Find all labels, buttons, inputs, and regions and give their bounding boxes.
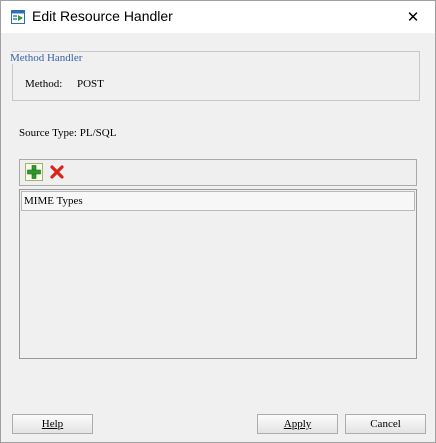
method-value: POST <box>77 78 104 90</box>
cancel-button[interactable]: Cancel <box>345 414 426 434</box>
close-icon: ✕ <box>406 8 420 26</box>
source-type-label: Source Type: <box>19 127 77 139</box>
edit-resource-handler-dialog: Edit Resource Handler ✕ Method Handler M… <box>0 0 436 443</box>
delete-x-icon[interactable] <box>49 164 65 180</box>
cancel-button-label: Cancel <box>370 418 401 430</box>
plus-icon[interactable] <box>25 163 43 181</box>
window-title: Edit Resource Handler <box>32 8 173 24</box>
app-icon <box>11 10 25 24</box>
mime-types-column-header[interactable]: MIME Types <box>21 191 415 211</box>
method-label: Method: <box>25 78 63 90</box>
apply-button[interactable]: Apply <box>257 414 338 434</box>
title-bar[interactable]: Edit Resource Handler ✕ <box>1 1 435 33</box>
close-button[interactable]: ✕ <box>391 1 435 33</box>
source-type-value: PL/SQL <box>79 127 117 139</box>
mime-toolbar <box>19 159 417 186</box>
mime-types-table[interactable]: MIME Types <box>19 189 417 359</box>
help-button[interactable]: Help <box>12 414 93 434</box>
apply-button-label: Apply <box>283 418 312 430</box>
help-button-label: Help <box>41 418 64 430</box>
method-handler-legend: Method Handler <box>9 52 84 64</box>
source-type-row: Source Type: PL/SQL <box>19 127 116 139</box>
